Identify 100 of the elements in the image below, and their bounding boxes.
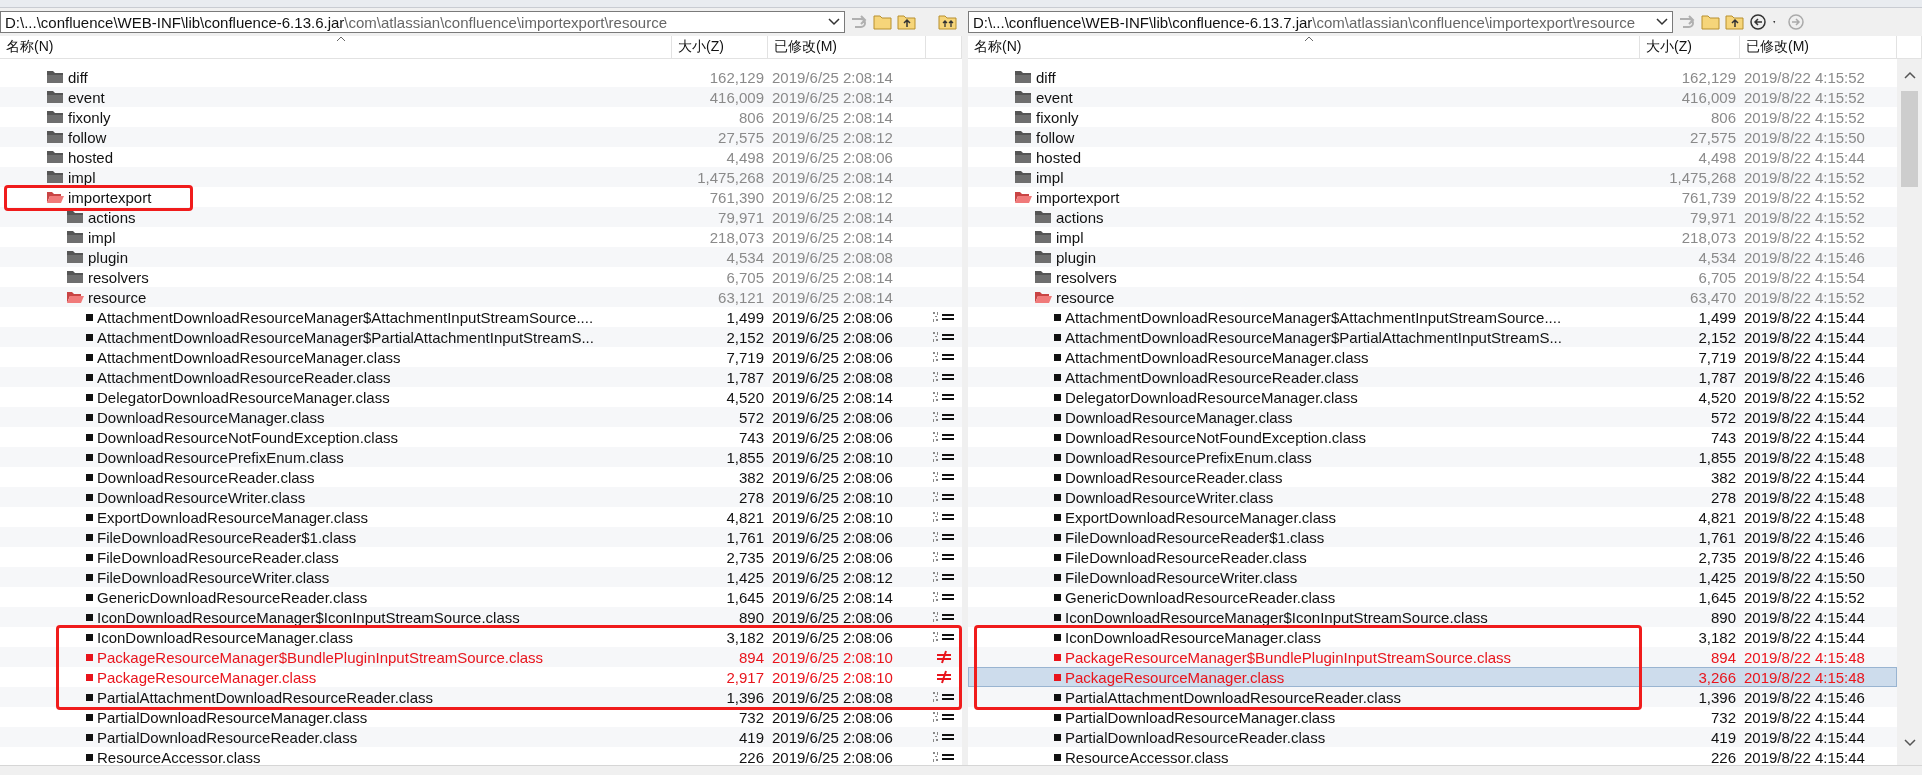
redo-arrow-icon[interactable] xyxy=(1677,13,1697,31)
file-row[interactable]: DownloadResourceManager.class 572 2019/8/22 4:15:44 xyxy=(968,407,1897,427)
vertical-scrollbar[interactable] xyxy=(1897,59,1922,765)
file-square-icon xyxy=(1054,313,1061,321)
modified-text: 2019/8/22 4:15:52 xyxy=(1743,188,1866,206)
file-square-icon xyxy=(86,753,93,761)
back-circle-icon[interactable] xyxy=(1749,13,1769,31)
file-name: PartialDownloadResourceManager.class xyxy=(1065,708,1336,726)
modified-text: 2019/8/22 4:15:54 xyxy=(1743,268,1866,286)
file-row[interactable]: DownloadResourcePrefixEnum.class 1,855 2019/6/25 2:08:10 xyxy=(0,447,962,467)
file-row[interactable]: DownloadResourceWriter.class 278 2019/8/22 4:15:48 xyxy=(968,487,1897,507)
file-square-icon xyxy=(86,313,93,321)
column-header[interactable]: 名称(N) xyxy=(0,36,672,58)
file-row[interactable]: resource 63,121 2019/6/25 2:08:14 xyxy=(0,287,962,307)
file-name: DownloadResourceNotFoundException.class xyxy=(1065,428,1366,446)
column-header[interactable]: 已修改(M) xyxy=(768,36,926,58)
file-name: DownloadResourceNotFoundException.class xyxy=(97,428,398,446)
column-header[interactable]: 名称(N) xyxy=(968,36,1640,58)
file-row[interactable]: plugin 4,534 2019/6/25 2:08:08 xyxy=(0,247,962,267)
column-header[interactable]: 大小(Z) xyxy=(672,36,768,58)
column-header[interactable]: 已修改(M) xyxy=(1740,36,1897,58)
file-row[interactable]: resource 63,470 2019/8/22 4:15:52 xyxy=(968,287,1897,307)
file-row[interactable]: IconDownloadResourceManager$IconInputStreamSource.class 890 2019/8/22 4:15:44 xyxy=(968,607,1897,627)
size-text: 4,498 xyxy=(725,148,765,166)
modified-text: 2019/8/22 4:15:44 xyxy=(1743,468,1866,486)
file-row[interactable]: AttachmentDownloadResourceManager$PartialAttachmentInputStreamS... 2,152 2019/8/22 4:15:44 xyxy=(968,327,1897,347)
file-name: ResourceAccessor.class xyxy=(97,748,261,765)
file-row[interactable]: PartialAttachmentDownloadResourceReader.class 1,396 2019/8/22 4:15:46 xyxy=(968,687,1897,707)
folder-name: fixonly xyxy=(1036,108,1079,126)
file-row[interactable]: impl 1,475,268 2019/8/22 4:15:52 xyxy=(968,167,1897,187)
file-row[interactable]: actions 79,971 2019/6/25 2:08:14 xyxy=(0,207,962,227)
file-square-icon xyxy=(86,673,93,681)
modified-text: 2019/6/25 2:08:06 xyxy=(771,708,894,726)
size-text: 226 xyxy=(1709,748,1737,765)
file-row[interactable]: AttachmentDownloadResourceManager$PartialAttachmentInputStreamS... 2,152 2019/6/25 2:08:06 xyxy=(0,327,962,347)
file-name: AttachmentDownloadResourceManager.class xyxy=(1065,348,1369,366)
modified-text: 2019/8/22 4:15:50 xyxy=(1743,128,1866,146)
file-row[interactable]: plugin 4,534 2019/8/22 4:15:46 xyxy=(968,247,1897,267)
size-text: 732 xyxy=(737,708,765,726)
file-row[interactable]: follow 27,575 2019/8/22 4:15:50 xyxy=(968,127,1897,147)
file-row[interactable]: PartialAttachmentDownloadResourceReader.class 1,396 2019/6/25 2:08:08 xyxy=(0,687,962,707)
path-text: \com\atlassian\confluence\importexport\resource xyxy=(344,13,668,31)
file-row[interactable]: PackageResourceManager$BundlePluginInputStreamSource.class 894 2019/8/22 4:15:48 xyxy=(968,647,1897,667)
size-text: 4,821 xyxy=(1697,508,1737,526)
file-row[interactable]: actions 79,971 2019/8/22 4:15:52 xyxy=(968,207,1897,227)
file-row[interactable]: PartialDownloadResourceReader.class 419 2019/6/25 2:08:06 xyxy=(0,727,962,747)
file-row[interactable]: PackageResourceManager$BundlePluginInputStreamSource.class 894 2019/6/25 2:08:10 xyxy=(0,647,962,667)
file-row[interactable]: PartialDownloadResourceReader.class 419 2019/8/22 4:15:44 xyxy=(968,727,1897,747)
modified-text: 2019/6/25 2:08:14 xyxy=(771,88,894,106)
size-text: 4,534 xyxy=(725,248,765,266)
file-row[interactable]: event 416,009 2019/8/22 4:15:52 xyxy=(968,87,1897,107)
scrollbar-thumb[interactable] xyxy=(1901,91,1918,187)
file-row[interactable]: event 416,009 2019/6/25 2:08:14 xyxy=(0,87,962,107)
redo-arrow-icon[interactable] xyxy=(849,13,869,31)
modified-text: 2019/8/22 4:15:44 xyxy=(1743,328,1866,346)
file-name: PartialDownloadResourceReader.class xyxy=(97,728,358,746)
dropdown-caret-icon[interactable] xyxy=(828,18,840,26)
folder-up-icon[interactable] xyxy=(1725,13,1745,31)
file-row[interactable]: FileDownloadResourceWriter.class 1,425 2019/6/25 2:08:12 xyxy=(0,567,962,587)
file-row[interactable]: follow 27,575 2019/6/25 2:08:12 xyxy=(0,127,962,147)
path-field[interactable]: D:\...\confluence\WEB-INF\lib\confluence-6.13.6.jar\com\atlassian\confluence\importexport\resource xyxy=(0,11,845,33)
file-row[interactable]: DownloadResourcePrefixEnum.class 1,855 2019/8/22 4:15:48 xyxy=(968,447,1897,467)
file-square-icon xyxy=(86,373,93,381)
file-square-icon xyxy=(1054,553,1061,561)
size-text: 4,520 xyxy=(725,388,765,406)
file-square-icon xyxy=(1054,753,1061,761)
file-row[interactable]: DownloadResourceWriter.class 278 2019/6/25 2:08:10 xyxy=(0,487,962,507)
file-row[interactable]: AttachmentDownloadResourceReader.class 1,787 2019/8/22 4:15:46 xyxy=(968,367,1897,387)
size-text: 3,266 xyxy=(1697,668,1737,686)
forward-circle-icon[interactable] xyxy=(1787,13,1807,31)
file-name: ExportDownloadResourceManager.class xyxy=(97,508,368,526)
file-row[interactable]: DownloadResourceManager.class 572 2019/6/25 2:08:06 xyxy=(0,407,962,427)
size-text: 226 xyxy=(737,748,765,765)
folder-up-icon[interactable] xyxy=(897,13,917,31)
folder-name: importexport xyxy=(1036,188,1120,206)
scroll-up-icon[interactable] xyxy=(1903,71,1916,79)
size-text: 7,719 xyxy=(1697,348,1737,366)
file-square-icon xyxy=(86,473,93,481)
size-text: 2,735 xyxy=(1697,548,1737,566)
folder-up-both-icon[interactable] xyxy=(938,13,958,31)
file-row[interactable]: AttachmentDownloadResourceReader.class 1,787 2019/6/25 2:08:08 xyxy=(0,367,962,387)
column-header[interactable]: 大小(Z) xyxy=(1640,36,1740,58)
modified-text: 2019/8/22 4:15:46 xyxy=(1743,548,1866,566)
file-row[interactable]: impl 1,475,268 2019/6/25 2:08:14 xyxy=(0,167,962,187)
file-row[interactable]: FileDownloadResourceReader$1.class 1,761 2019/8/22 4:15:46 xyxy=(968,527,1897,547)
file-name: GenericDownloadResourceReader.class xyxy=(97,588,368,606)
file-square-icon xyxy=(86,553,93,561)
size-text: 6,705 xyxy=(1697,268,1737,286)
scroll-down-icon[interactable] xyxy=(1903,739,1916,747)
dropdown-caret-icon[interactable] xyxy=(1656,18,1668,26)
file-row[interactable]: IconDownloadResourceManager$IconInputStreamSource.class 890 2019/6/25 2:08:06 xyxy=(0,607,962,627)
size-text: 1,499 xyxy=(1697,308,1737,326)
modified-text: 2019/8/22 4:15:48 xyxy=(1743,648,1866,666)
modified-text: 2019/8/22 4:15:48 xyxy=(1743,508,1866,526)
path-field[interactable]: D:\...\confluence\WEB-INF\lib\confluence-6.13.7.jar\com\atlassian\confluence\importexport\resource xyxy=(968,11,1673,33)
file-row[interactable]: FileDownloadResourceWriter.class 1,425 2019/8/22 4:15:50 xyxy=(968,567,1897,587)
folder-name: resolvers xyxy=(1056,268,1117,286)
file-row[interactable]: FileDownloadResourceReader$1.class 1,761 2019/6/25 2:08:06 xyxy=(0,527,962,547)
modified-text: 2019/6/25 2:08:14 xyxy=(771,68,894,86)
file-name: DownloadResourceManager.class xyxy=(97,408,325,426)
